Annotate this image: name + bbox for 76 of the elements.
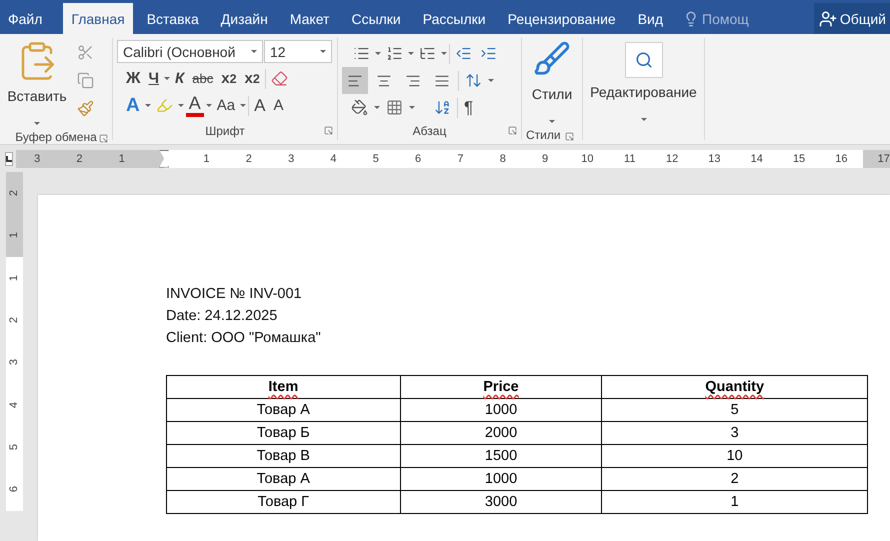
column-header: Price xyxy=(400,376,602,398)
table-cell: 2000 xyxy=(400,422,602,444)
format-button[interactable]: abc xyxy=(189,68,216,90)
font-size-field[interactable]: 12 xyxy=(264,40,332,63)
indent-marker-icon[interactable] xyxy=(159,150,170,168)
caret-icon[interactable] xyxy=(640,118,646,121)
caret-icon[interactable] xyxy=(375,52,381,55)
document-line: Date: 24.12.2025 xyxy=(166,307,278,326)
table-cell: 3 xyxy=(602,422,868,444)
table-cell: 1500 xyxy=(400,444,602,468)
table-cell: Товар В xyxy=(166,444,400,468)
ribbon-tab[interactable]: Файл xyxy=(0,3,50,34)
format-button[interactable]: A xyxy=(251,94,268,116)
table-cell: 10 xyxy=(602,444,868,468)
ribbon-tab[interactable]: Главная xyxy=(63,3,133,34)
caret-icon[interactable] xyxy=(251,50,257,53)
table-cell: Товар А xyxy=(166,468,400,490)
paste-button[interactable]: Вставить xyxy=(7,88,67,104)
ribbon-tab[interactable]: Вид xyxy=(630,3,672,34)
caret-icon[interactable] xyxy=(34,122,40,125)
table-cell: Товар Г xyxy=(166,490,400,514)
group-label: Стили xyxy=(526,128,561,142)
dialog-launcher-icon[interactable] xyxy=(324,126,333,135)
ribbon-tab[interactable]: Рассылки xyxy=(414,3,494,34)
horizontal-ruler: 3 2 1 1 2 3 4 5 6 7 8 9 10 11 12 13 14 15 16 17 xyxy=(16,150,890,168)
dialog-launcher-icon[interactable] xyxy=(99,134,108,143)
format-button[interactable]: Ж xyxy=(123,68,144,90)
search-button[interactable] xyxy=(624,42,662,78)
caret-icon[interactable] xyxy=(488,79,494,82)
table-cell: 3000 xyxy=(400,490,602,514)
ribbon-tab[interactable]: Ссылки xyxy=(343,3,409,34)
styles-button[interactable]: Стили xyxy=(532,86,572,102)
column-header: Item xyxy=(166,376,400,398)
document-line: INVOICE № INV-001 xyxy=(166,285,303,304)
format-button[interactable]: A xyxy=(270,94,286,116)
user-plus-icon xyxy=(818,10,837,28)
pilcrow-button[interactable]: ¶ xyxy=(461,96,476,118)
tab-stop-icon[interactable] xyxy=(5,152,13,166)
table-cell: 1 xyxy=(602,490,868,514)
format-button[interactable]: К xyxy=(172,68,188,90)
format-button[interactable]: Ч xyxy=(145,68,162,90)
table-cell: 1000 xyxy=(400,398,602,422)
search-icon xyxy=(634,51,652,69)
table-cell: 5 xyxy=(602,398,868,422)
dialog-launcher-icon[interactable] xyxy=(565,132,574,141)
column-header: Quantity xyxy=(602,376,868,398)
table-cell: Товар А xyxy=(166,398,400,422)
table-cell: 2 xyxy=(602,468,868,490)
table-cell: Товар Б xyxy=(166,422,400,444)
group-label: Абзац xyxy=(412,124,446,138)
ribbon-tab[interactable]: Вставка xyxy=(138,3,207,34)
caret-icon[interactable] xyxy=(320,50,326,53)
dialog-launcher-icon[interactable] xyxy=(508,126,517,135)
group-label: Шрифт xyxy=(205,124,245,138)
caret-icon[interactable] xyxy=(164,77,170,80)
caret-icon[interactable] xyxy=(409,106,415,109)
format-button[interactable]: A xyxy=(186,94,204,116)
format-button[interactable]: Aa xyxy=(214,94,238,116)
align-button[interactable] xyxy=(342,67,368,94)
caret-icon[interactable] xyxy=(206,104,212,107)
ribbon-tab[interactable]: Макет xyxy=(282,3,338,34)
font-name-field[interactable]: Calibri (Основной xyxy=(117,40,263,63)
editing-button[interactable]: Редактирование xyxy=(590,84,697,100)
caret-icon[interactable] xyxy=(374,106,380,109)
format-button[interactable]: A xyxy=(123,94,143,116)
caret-icon[interactable] xyxy=(178,104,184,107)
share-button[interactable]: Общий xyxy=(814,3,890,34)
help-search[interactable]: Помощ xyxy=(677,3,755,34)
caret-icon[interactable] xyxy=(144,104,151,107)
group-label: Буфер обмена xyxy=(15,130,97,144)
ribbon-tab[interactable]: Дизайн xyxy=(212,3,276,34)
table-cell: 1000 xyxy=(400,468,602,490)
caret-icon[interactable] xyxy=(408,52,414,55)
document-line: Client: ООО "Ромашка" xyxy=(166,329,322,348)
ribbon-tab[interactable]: Рецензирование xyxy=(500,3,624,34)
caret-icon[interactable] xyxy=(549,120,555,123)
